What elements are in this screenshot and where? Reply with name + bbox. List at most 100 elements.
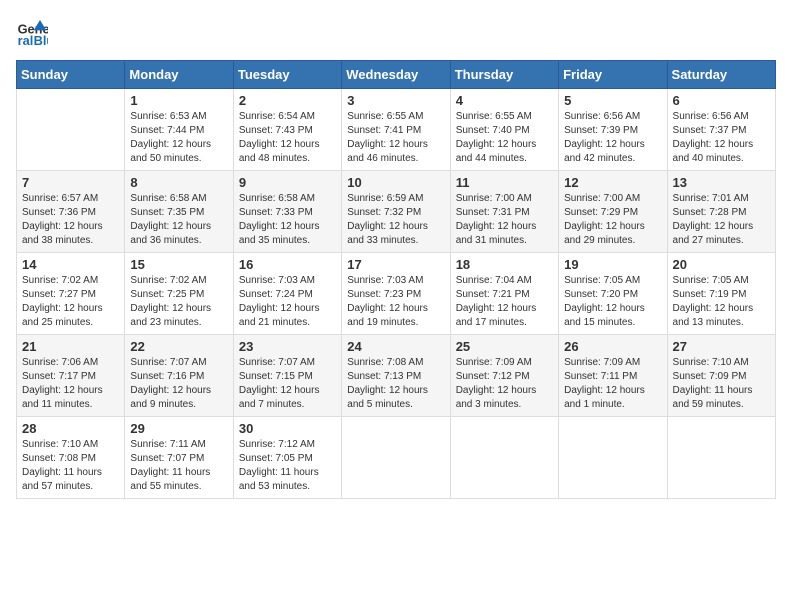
calendar-cell: 7 Sunrise: 6:57 AM Sunset: 7:36 PM Daylig… bbox=[17, 171, 125, 253]
logo: Gene ral Blue bbox=[16, 16, 52, 48]
header-cell-saturday: Saturday bbox=[667, 61, 775, 89]
day-number: 2 bbox=[239, 93, 336, 108]
calendar-week-4: 28 Sunrise: 7:10 AM Sunset: 7:08 PM Dayli… bbox=[17, 417, 776, 499]
svg-text:Blue: Blue bbox=[34, 33, 48, 48]
day-content: Sunrise: 6:53 AM Sunset: 7:44 PM Dayligh… bbox=[130, 110, 227, 166]
day-number: 8 bbox=[130, 175, 227, 190]
day-number: 7 bbox=[22, 175, 119, 190]
calendar-cell: 25 Sunrise: 7:09 AM Sunset: 7:12 PM Dayli… bbox=[450, 335, 558, 417]
calendar-cell: 11 Sunrise: 7:00 AM Sunset: 7:31 PM Dayli… bbox=[450, 171, 558, 253]
calendar-header: SundayMondayTuesdayWednesdayThursdayFrid… bbox=[17, 61, 776, 89]
day-content: Sunrise: 7:00 AM Sunset: 7:29 PM Dayligh… bbox=[564, 192, 661, 248]
day-number: 27 bbox=[673, 339, 770, 354]
calendar-cell: 21 Sunrise: 7:06 AM Sunset: 7:17 PM Dayli… bbox=[17, 335, 125, 417]
calendar-cell: 15 Sunrise: 7:02 AM Sunset: 7:25 PM Dayli… bbox=[125, 253, 233, 335]
calendar-cell bbox=[342, 417, 450, 499]
calendar-cell: 17Sunrise: 7:03 AM Sunset: 7:23 PM Dayli… bbox=[342, 253, 450, 335]
day-content: Sunrise: 7:08 AM Sunset: 7:13 PM Dayligh… bbox=[347, 356, 444, 412]
header-cell-monday: Monday bbox=[125, 61, 233, 89]
calendar-cell: 30 Sunrise: 7:12 AM Sunset: 7:05 PM Dayli… bbox=[233, 417, 341, 499]
day-content: Sunrise: 7:01 AM Sunset: 7:28 PM Dayligh… bbox=[673, 192, 770, 248]
day-number: 9 bbox=[239, 175, 336, 190]
calendar-cell: 19 Sunrise: 7:05 AM Sunset: 7:20 PM Dayli… bbox=[559, 253, 667, 335]
day-content: Sunrise: 7:03 AM Sunset: 7:24 PM Dayligh… bbox=[239, 274, 336, 330]
header-cell-tuesday: Tuesday bbox=[233, 61, 341, 89]
day-content: Sunrise: 6:55 AM Sunset: 7:41 PM Dayligh… bbox=[347, 110, 444, 166]
calendar-cell: 20 Sunrise: 7:05 AM Sunset: 7:19 PM Dayli… bbox=[667, 253, 775, 335]
day-number: 14 bbox=[22, 257, 119, 272]
logo-icon: Gene ral Blue bbox=[16, 16, 48, 48]
day-number: 25 bbox=[456, 339, 553, 354]
day-content: Sunrise: 6:57 AM Sunset: 7:36 PM Dayligh… bbox=[22, 192, 119, 248]
day-number: 4 bbox=[456, 93, 553, 108]
header-cell-friday: Friday bbox=[559, 61, 667, 89]
day-number: 17 bbox=[347, 257, 444, 272]
day-number: 13 bbox=[673, 175, 770, 190]
day-content: Sunrise: 7:06 AM Sunset: 7:17 PM Dayligh… bbox=[22, 356, 119, 412]
svg-text:ral: ral bbox=[18, 33, 34, 48]
day-number: 20 bbox=[673, 257, 770, 272]
day-content: Sunrise: 7:09 AM Sunset: 7:11 PM Dayligh… bbox=[564, 356, 661, 412]
header-row: SundayMondayTuesdayWednesdayThursdayFrid… bbox=[17, 61, 776, 89]
day-number: 24 bbox=[347, 339, 444, 354]
calendar-cell: 13 Sunrise: 7:01 AM Sunset: 7:28 PM Dayli… bbox=[667, 171, 775, 253]
calendar-cell bbox=[667, 417, 775, 499]
day-content: Sunrise: 7:02 AM Sunset: 7:25 PM Dayligh… bbox=[130, 274, 227, 330]
day-content: Sunrise: 6:55 AM Sunset: 7:40 PM Dayligh… bbox=[456, 110, 553, 166]
day-number: 18 bbox=[456, 257, 553, 272]
calendar-cell: 14Sunrise: 7:02 AM Sunset: 7:27 PM Dayli… bbox=[17, 253, 125, 335]
calendar-body: 1 Sunrise: 6:53 AM Sunset: 7:44 PM Daylig… bbox=[17, 89, 776, 499]
day-content: Sunrise: 7:07 AM Sunset: 7:16 PM Dayligh… bbox=[130, 356, 227, 412]
day-number: 3 bbox=[347, 93, 444, 108]
day-number: 11 bbox=[456, 175, 553, 190]
calendar-cell: 29Sunrise: 7:11 AM Sunset: 7:07 PM Dayli… bbox=[125, 417, 233, 499]
day-number: 12 bbox=[564, 175, 661, 190]
day-content: Sunrise: 7:04 AM Sunset: 7:21 PM Dayligh… bbox=[456, 274, 553, 330]
day-content: Sunrise: 7:00 AM Sunset: 7:31 PM Dayligh… bbox=[456, 192, 553, 248]
day-content: Sunrise: 6:59 AM Sunset: 7:32 PM Dayligh… bbox=[347, 192, 444, 248]
day-number: 22 bbox=[130, 339, 227, 354]
day-number: 15 bbox=[130, 257, 227, 272]
calendar-week-1: 7 Sunrise: 6:57 AM Sunset: 7:36 PM Daylig… bbox=[17, 171, 776, 253]
day-content: Sunrise: 6:56 AM Sunset: 7:39 PM Dayligh… bbox=[564, 110, 661, 166]
day-number: 28 bbox=[22, 421, 119, 436]
day-content: Sunrise: 7:12 AM Sunset: 7:05 PM Dayligh… bbox=[239, 438, 336, 494]
day-number: 26 bbox=[564, 339, 661, 354]
day-number: 16 bbox=[239, 257, 336, 272]
page-header: Gene ral Blue bbox=[16, 16, 776, 48]
calendar-cell: 9Sunrise: 6:58 AM Sunset: 7:33 PM Daylig… bbox=[233, 171, 341, 253]
calendar-cell: 23Sunrise: 7:07 AM Sunset: 7:15 PM Dayli… bbox=[233, 335, 341, 417]
day-content: Sunrise: 6:56 AM Sunset: 7:37 PM Dayligh… bbox=[673, 110, 770, 166]
calendar-cell: 6 Sunrise: 6:56 AM Sunset: 7:37 PM Daylig… bbox=[667, 89, 775, 171]
calendar-cell: 3 Sunrise: 6:55 AM Sunset: 7:41 PM Daylig… bbox=[342, 89, 450, 171]
calendar-cell: 26 Sunrise: 7:09 AM Sunset: 7:11 PM Dayli… bbox=[559, 335, 667, 417]
day-content: Sunrise: 7:05 AM Sunset: 7:19 PM Dayligh… bbox=[673, 274, 770, 330]
calendar-cell: 1 Sunrise: 6:53 AM Sunset: 7:44 PM Daylig… bbox=[125, 89, 233, 171]
day-number: 30 bbox=[239, 421, 336, 436]
calendar-cell: 12 Sunrise: 7:00 AM Sunset: 7:29 PM Dayli… bbox=[559, 171, 667, 253]
day-content: Sunrise: 7:09 AM Sunset: 7:12 PM Dayligh… bbox=[456, 356, 553, 412]
calendar-week-3: 21 Sunrise: 7:06 AM Sunset: 7:17 PM Dayli… bbox=[17, 335, 776, 417]
day-content: Sunrise: 7:07 AM Sunset: 7:15 PM Dayligh… bbox=[239, 356, 336, 412]
day-content: Sunrise: 7:10 AM Sunset: 7:08 PM Dayligh… bbox=[22, 438, 119, 494]
day-number: 19 bbox=[564, 257, 661, 272]
calendar-cell: 22 Sunrise: 7:07 AM Sunset: 7:16 PM Dayli… bbox=[125, 335, 233, 417]
calendar-week-2: 14Sunrise: 7:02 AM Sunset: 7:27 PM Dayli… bbox=[17, 253, 776, 335]
calendar-cell: 8Sunrise: 6:58 AM Sunset: 7:35 PM Daylig… bbox=[125, 171, 233, 253]
calendar-week-0: 1 Sunrise: 6:53 AM Sunset: 7:44 PM Daylig… bbox=[17, 89, 776, 171]
day-content: Sunrise: 7:10 AM Sunset: 7:09 PM Dayligh… bbox=[673, 356, 770, 412]
calendar-cell bbox=[450, 417, 558, 499]
day-number: 21 bbox=[22, 339, 119, 354]
day-number: 6 bbox=[673, 93, 770, 108]
day-number: 10 bbox=[347, 175, 444, 190]
calendar-cell: 27 Sunrise: 7:10 AM Sunset: 7:09 PM Dayli… bbox=[667, 335, 775, 417]
day-content: Sunrise: 7:05 AM Sunset: 7:20 PM Dayligh… bbox=[564, 274, 661, 330]
day-content: Sunrise: 6:54 AM Sunset: 7:43 PM Dayligh… bbox=[239, 110, 336, 166]
calendar-table: SundayMondayTuesdayWednesdayThursdayFrid… bbox=[16, 60, 776, 499]
calendar-cell bbox=[559, 417, 667, 499]
calendar-cell: 10 Sunrise: 6:59 AM Sunset: 7:32 PM Dayli… bbox=[342, 171, 450, 253]
day-number: 1 bbox=[130, 93, 227, 108]
header-cell-sunday: Sunday bbox=[17, 61, 125, 89]
calendar-cell: 24 Sunrise: 7:08 AM Sunset: 7:13 PM Dayli… bbox=[342, 335, 450, 417]
calendar-cell bbox=[17, 89, 125, 171]
